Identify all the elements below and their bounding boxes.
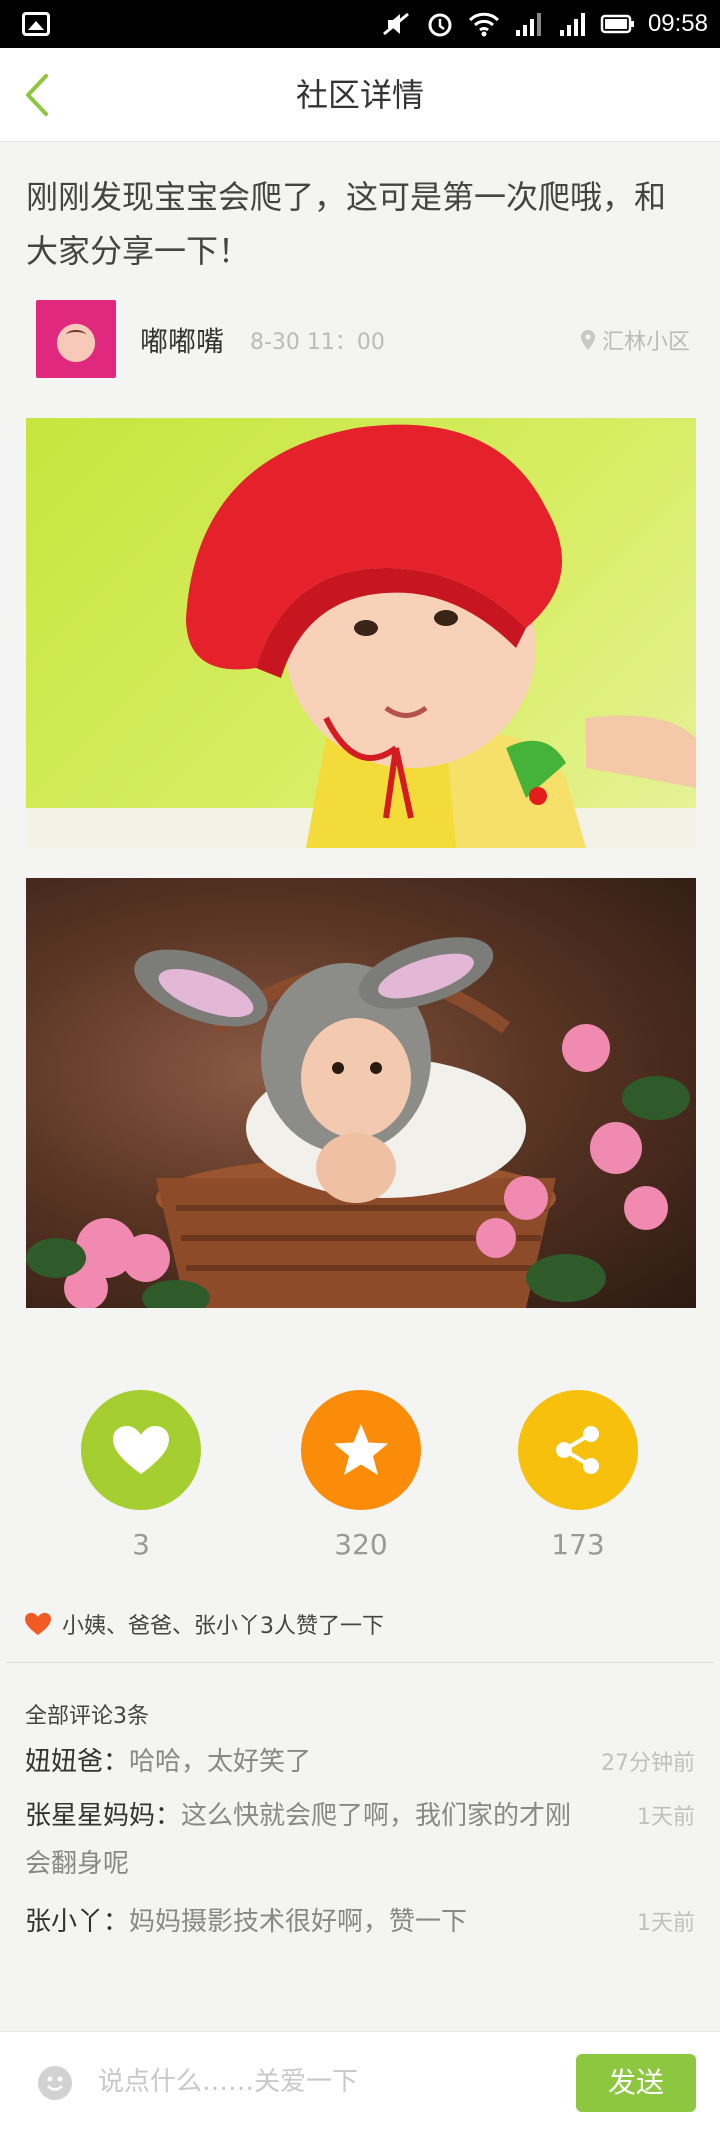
favorite-button[interactable] bbox=[301, 1390, 421, 1510]
top-app-bar: 社区详情 bbox=[0, 48, 720, 142]
emoji-icon[interactable] bbox=[38, 2066, 72, 2100]
divider bbox=[6, 1662, 714, 1663]
comment-item[interactable]: 妞妞爸：哈哈，太好笑了 27分钟前 bbox=[25, 1738, 695, 1786]
like-count: 3 bbox=[132, 1528, 150, 1561]
star-icon bbox=[334, 1424, 388, 1475]
like-button[interactable] bbox=[81, 1390, 201, 1510]
comment-item[interactable]: 张星星妈妈：这么快就会爬了啊，我们家的才刚会翻身呢 1天前 bbox=[25, 1792, 695, 1888]
heart-icon bbox=[113, 1426, 169, 1474]
location-label: 汇林小区 bbox=[601, 330, 690, 355]
comment-author[interactable]: 妞妞爸： bbox=[25, 1747, 129, 1777]
signal-icon-2 bbox=[559, 13, 585, 36]
post-photo-2[interactable] bbox=[26, 878, 696, 1308]
share-icon bbox=[556, 1426, 599, 1474]
send-button[interactable]: 发送 bbox=[576, 2054, 696, 2112]
comment-input-bar: 发送 bbox=[0, 2031, 720, 2131]
favorite-count: 320 bbox=[334, 1528, 388, 1561]
comment-text: 哈哈，太好笑了 bbox=[129, 1747, 312, 1777]
comment-body: 妞妞爸：哈哈，太好笑了 bbox=[25, 1738, 695, 1786]
comment-text: 妈妈摄影技术很好啊，赞一下 bbox=[129, 1907, 468, 1937]
liked-by-row[interactable]: 小姨、爸爸、张小丫3人赞了一下 bbox=[24, 1608, 384, 1640]
comment-author[interactable]: 张星星妈妈： bbox=[25, 1801, 181, 1831]
post-time: 8-30 11：00 bbox=[250, 330, 385, 355]
signal-icon bbox=[515, 13, 541, 36]
clock: 09:58 bbox=[647, 10, 708, 37]
share-count: 173 bbox=[551, 1528, 605, 1561]
comment-author[interactable]: 张小丫： bbox=[25, 1907, 129, 1937]
page-title: 社区详情 bbox=[295, 76, 424, 114]
baby-bunny-basket-illustration bbox=[26, 937, 690, 1308]
post-author-row: 嘟嘟嘴 8-30 11：00 汇林小区 bbox=[36, 300, 690, 380]
author-name[interactable]: 嘟嘟嘴 bbox=[140, 320, 224, 360]
comments-header: 全部评论3条 bbox=[25, 1704, 149, 1729]
small-heart-icon bbox=[25, 1612, 51, 1636]
alarm-icon bbox=[428, 13, 452, 37]
status-icons: 09:58 bbox=[380, 0, 708, 48]
comment-time: 27分钟前 bbox=[601, 1751, 695, 1776]
wifi-icon bbox=[468, 12, 499, 37]
comment-body: 张小丫：妈妈摄影技术很好啊，赞一下 bbox=[25, 1898, 695, 1946]
comment-input[interactable] bbox=[98, 2054, 558, 2110]
smiley-face-icon bbox=[47, 2076, 63, 2091]
comment-item[interactable]: 张小丫：妈妈摄影技术很好啊，赞一下 1天前 bbox=[25, 1898, 695, 1946]
liked-by-text: 小姨、爸爸、张小丫3人赞了一下 bbox=[62, 1614, 384, 1639]
share-button[interactable] bbox=[518, 1390, 638, 1510]
baby-red-hat-illustration bbox=[26, 424, 696, 848]
location-pin-icon bbox=[580, 330, 595, 350]
mute-icon bbox=[382, 12, 409, 36]
post-location: 汇林小区 bbox=[580, 324, 690, 356]
image-notification-icon bbox=[22, 12, 50, 36]
author-avatar[interactable] bbox=[36, 300, 116, 378]
post-photo-1[interactable] bbox=[26, 418, 696, 848]
battery-icon bbox=[600, 14, 634, 34]
comment-time: 1天前 bbox=[637, 1805, 695, 1830]
post-title: 刚刚发现宝宝会爬了，这可是第一次爬哦，和大家分享一下！ bbox=[26, 178, 667, 270]
comment-time: 1天前 bbox=[637, 1911, 695, 1936]
comment-body: 张星星妈妈：这么快就会爬了啊，我们家的才刚会翻身呢 bbox=[25, 1792, 595, 1888]
status-bar: 09:58 bbox=[0, 0, 720, 48]
